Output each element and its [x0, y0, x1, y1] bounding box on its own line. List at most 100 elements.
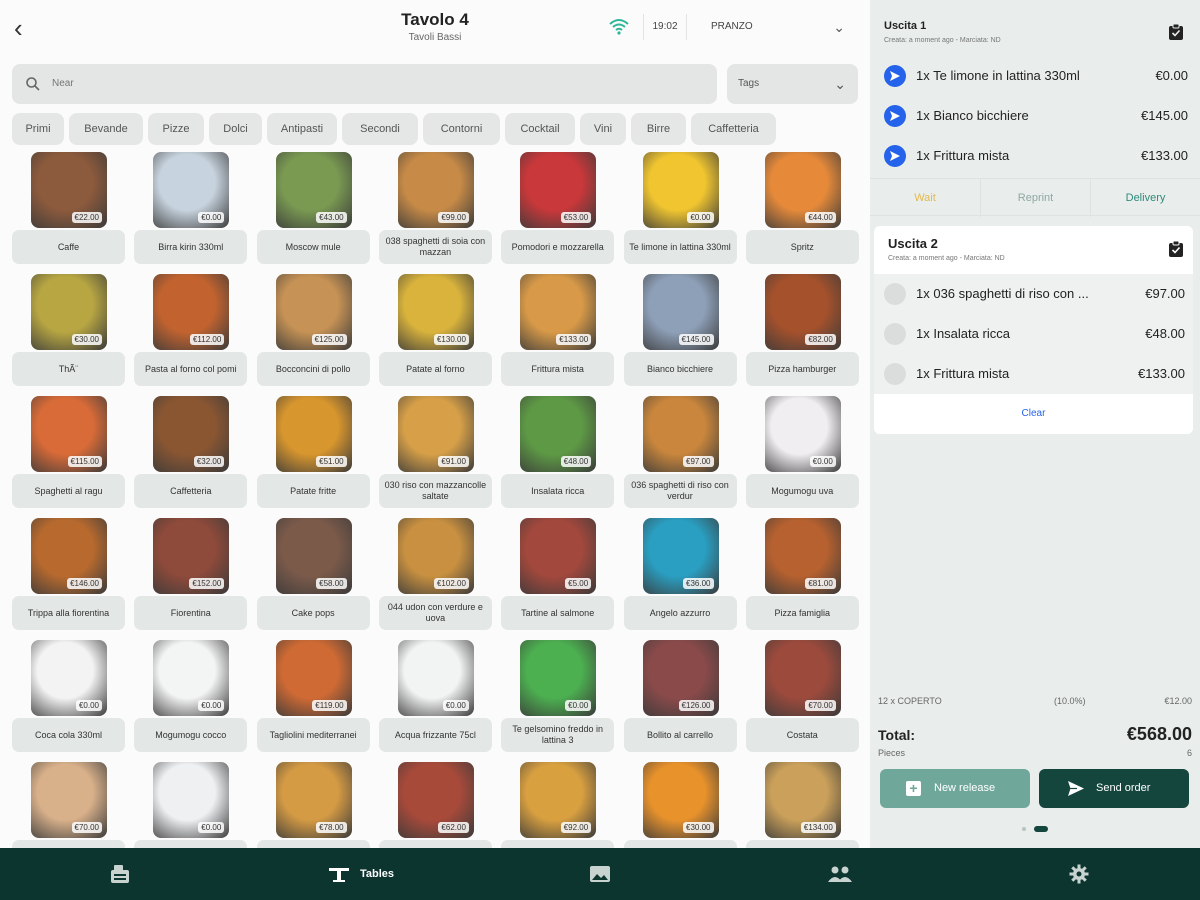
delivery-button[interactable]: Delivery [1090, 179, 1200, 217]
reprint-button[interactable]: Reprint [980, 179, 1090, 217]
order-item[interactable]: 1x Frittura mista €133.00 [874, 354, 1193, 394]
product-card[interactable]: €53.00 Pomodori e mozzarella [501, 150, 615, 266]
product-card[interactable]: €36.00 Angelo azzurro [623, 516, 737, 632]
order-item-price: €97.00 [1145, 286, 1185, 301]
product-card[interactable]: €134.00 [745, 760, 859, 848]
nav-customers[interactable] [827, 848, 853, 900]
product-card[interactable]: €0.00 Mogumogu cocco [134, 638, 248, 754]
product-image: €134.00 [764, 762, 841, 838]
product-card[interactable]: €102.00 044 udon con verdure e uova [378, 516, 492, 632]
sent-icon[interactable] [884, 65, 906, 87]
order-item[interactable]: 1x 036 spaghetti di riso con ... €97.00 [874, 274, 1193, 314]
select-circle-icon[interactable] [884, 363, 906, 385]
category-dolci[interactable]: Dolci [209, 113, 262, 145]
product-image: €119.00 [275, 640, 352, 716]
category-birre[interactable]: Birre [631, 113, 686, 145]
product-card[interactable]: €145.00 Bianco bicchiere [623, 272, 737, 388]
product-card[interactable]: €81.00 Pizza famiglia [745, 516, 859, 632]
clipboard-icon[interactable] [1168, 23, 1184, 41]
product-card[interactable]: €30.00 [623, 760, 737, 848]
page-dot-active[interactable] [1034, 826, 1048, 832]
sent-icon[interactable] [884, 145, 906, 167]
product-name: Spritz [745, 230, 859, 264]
new-release-button[interactable]: + New release [880, 769, 1030, 808]
sent-icon[interactable] [884, 105, 906, 127]
wait-button[interactable]: Wait [870, 179, 980, 217]
page-dot[interactable] [1022, 827, 1026, 831]
category-antipasti[interactable]: Antipasti [267, 113, 337, 145]
product-card[interactable]: €62.00 [378, 760, 492, 848]
nav-tables[interactable]: Tables [328, 848, 408, 900]
product-card[interactable]: €92.00 [501, 760, 615, 848]
product-card[interactable]: €130.00 Patate al forno [378, 272, 492, 388]
category-secondi[interactable]: Secondi [342, 113, 418, 145]
product-card[interactable]: €152.00 Fiorentina [134, 516, 248, 632]
product-card[interactable]: €5.00 Tartine al salmone [501, 516, 615, 632]
nav-products[interactable] [589, 848, 613, 900]
category-bevande[interactable]: Bevande [69, 113, 143, 145]
product-price: €81.00 [805, 578, 836, 589]
product-card[interactable]: €30.00 ThÃ¨ [12, 272, 125, 388]
product-card[interactable]: €58.00 Cake pops [256, 516, 370, 632]
clipboard-icon[interactable] [1168, 240, 1184, 258]
product-card[interactable]: €91.00 030 riso con mazzancolle saltate [378, 394, 492, 510]
product-card[interactable]: €78.00 [256, 760, 370, 848]
product-card[interactable]: €82.00 Pizza hamburger [745, 272, 859, 388]
back-arrow-icon[interactable]: ‹ [14, 14, 36, 42]
send-order-button[interactable]: Send order [1039, 769, 1189, 808]
order-item[interactable]: 1x Te limone in lattina 330ml €0.00 [874, 56, 1196, 96]
product-card[interactable]: €44.00 Spritz [745, 150, 859, 266]
search-input[interactable] [12, 64, 717, 104]
order-panel: Uscita 1 Creata: a moment ago - Marciata… [870, 0, 1200, 848]
product-card[interactable]: €0.00 Acqua frizzante 75cl [378, 638, 492, 754]
product-card[interactable]: €43.00 Moscow mule [256, 150, 370, 266]
product-card[interactable]: €0.00 Te limone in lattina 330ml [623, 150, 737, 266]
nav-settings[interactable] [1069, 848, 1091, 900]
product-card[interactable]: €99.00 038 spaghetti di soia con mazzan [378, 150, 492, 266]
category-primi[interactable]: Primi [12, 113, 64, 145]
product-image: €58.00 [275, 518, 352, 594]
product-card[interactable]: €48.00 Insalata ricca [501, 394, 615, 510]
product-card[interactable]: €0.00 Te gelsomino freddo in lattina 3 [501, 638, 615, 754]
product-name: Te gelsomino freddo in lattina 3 [501, 718, 615, 752]
category-vini[interactable]: Vini [580, 113, 626, 145]
product-card[interactable]: €51.00 Patate fritte [256, 394, 370, 510]
product-price: €78.00 [316, 822, 347, 833]
product-card[interactable]: €112.00 Pasta al forno col pomi [134, 272, 248, 388]
product-price: €134.00 [800, 822, 836, 833]
category-cocktail[interactable]: Cocktail [505, 113, 575, 145]
product-card[interactable]: €0.00 Mogumogu uva [745, 394, 859, 510]
select-circle-icon[interactable] [884, 323, 906, 345]
product-card[interactable]: €146.00 Trippa alla fiorentina [12, 516, 125, 632]
product-card[interactable]: €70.00 Costata [745, 638, 859, 754]
order-item[interactable]: 1x Frittura mista €133.00 [874, 136, 1196, 176]
product-card[interactable]: €0.00 [134, 760, 248, 848]
clear-button[interactable]: Clear [874, 394, 1193, 434]
product-card[interactable]: €70.00 [12, 760, 125, 848]
category-caffetteria[interactable]: Caffetteria [691, 113, 776, 145]
select-circle-icon[interactable] [884, 283, 906, 305]
product-card[interactable]: €0.00 Birra kirin 330ml [134, 150, 248, 266]
tags-filter[interactable]: Tags ⌄ [727, 64, 858, 104]
cover-percent: (10.0%) [1054, 696, 1086, 706]
product-card[interactable]: €97.00 036 spaghetti di riso con verdur [623, 394, 737, 510]
product-card[interactable]: €119.00 Tagliolini mediterranei [256, 638, 370, 754]
category-contorni[interactable]: Contorni [423, 113, 500, 145]
product-card[interactable]: €32.00 Caffetteria [134, 394, 248, 510]
order-item-name: 1x Frittura mista [916, 366, 1010, 381]
nav-menu[interactable] [108, 848, 134, 900]
product-card[interactable]: €125.00 Bocconcini di pollo [256, 272, 370, 388]
order-item[interactable]: 1x Bianco bicchiere €145.00 [874, 96, 1196, 136]
order-item[interactable]: 1x Insalata ricca €48.00 [874, 314, 1193, 354]
shift-select[interactable]: PRANZO ⌄ [697, 14, 857, 40]
product-price: €126.00 [678, 700, 714, 711]
product-card[interactable]: €0.00 Coca cola 330ml [12, 638, 125, 754]
product-card[interactable]: €22.00 Caffe [12, 150, 125, 266]
product-card[interactable]: €126.00 Bollito al carrello [623, 638, 737, 754]
product-card[interactable]: €115.00 Spaghetti al ragu [12, 394, 125, 510]
product-price: €0.00 [75, 700, 102, 711]
product-name: Birra kirin 330ml [134, 230, 248, 264]
product-image: €0.00 [520, 640, 597, 716]
product-card[interactable]: €133.00 Frittura mista [501, 272, 615, 388]
category-pizze[interactable]: Pizze [148, 113, 204, 145]
